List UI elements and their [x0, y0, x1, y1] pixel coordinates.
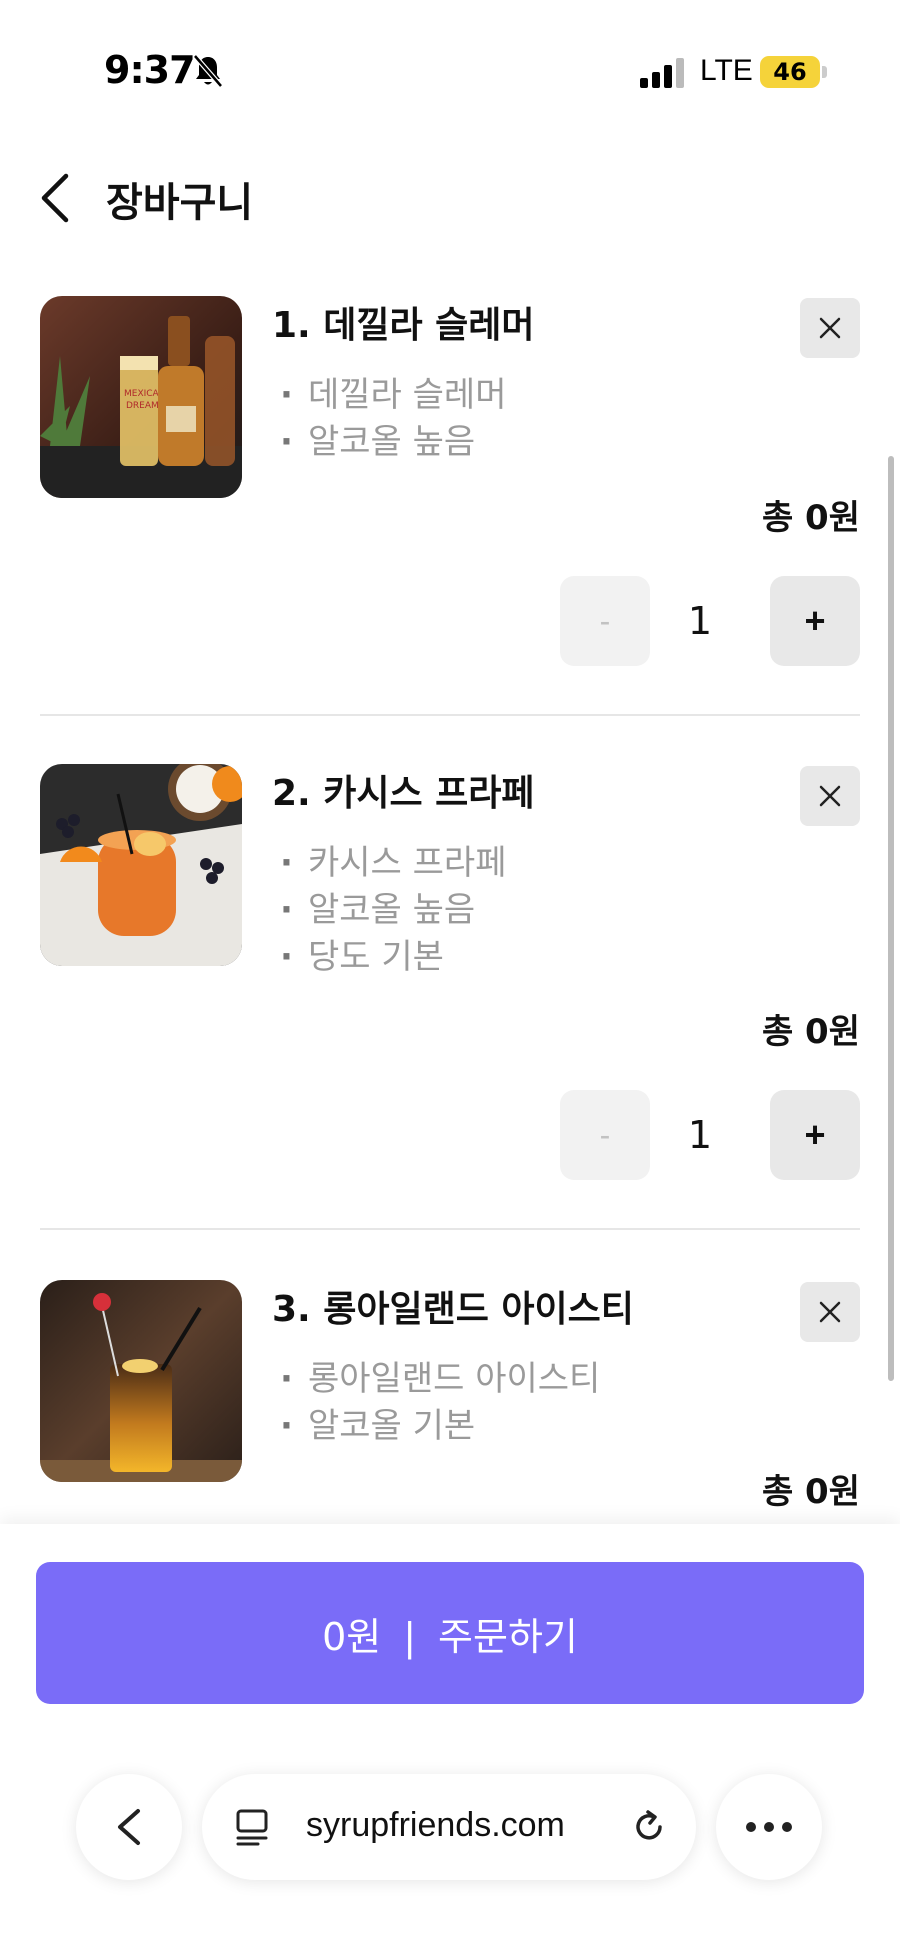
option-list: 데낄라 슬레머 알코올 높음	[280, 372, 507, 466]
order-amount: 0원	[322, 1614, 382, 1659]
battery-nub	[822, 66, 827, 78]
quantity-value: 1	[687, 599, 713, 643]
cart-item: MEXICAN DREAM 1. 데낄라 슬레머 데낄라 슬레머 알코올 높음 …	[40, 296, 860, 666]
close-icon	[819, 785, 841, 807]
remove-item-button[interactable]	[800, 766, 860, 826]
option-text: 카시스 프라페	[280, 840, 507, 887]
product-image-long-island-iced-tea	[40, 1280, 242, 1482]
close-icon	[819, 1301, 841, 1323]
scrollbar[interactable]	[888, 456, 894, 1381]
item-divider	[40, 1228, 860, 1230]
option-text: 알코올 높음	[280, 887, 507, 934]
close-icon	[819, 317, 841, 339]
option-list: 롱아일랜드 아이스티 알코올 기본	[280, 1356, 600, 1450]
product-image-cassis-frappe	[40, 764, 242, 966]
decrease-quantity-button[interactable]: -	[560, 576, 650, 666]
svg-text:DREAM: DREAM	[126, 401, 159, 411]
address-bar[interactable]: syrupfriends.com	[202, 1774, 696, 1880]
option-text: 데낄라 슬레머	[280, 372, 507, 419]
cart-item: 3. 롱아일랜드 아이스티 롱아일랜드 아이스티 알코올 기본 총 0원	[40, 1280, 860, 1520]
network-type: LTE	[700, 54, 753, 87]
item-total: 총 0원	[761, 498, 860, 538]
page-header: 장바구니	[0, 150, 900, 240]
remove-item-button[interactable]	[800, 1282, 860, 1342]
reload-icon[interactable]	[630, 1808, 668, 1846]
order-button[interactable]: 0원 | 주문하기	[36, 1562, 864, 1704]
remove-item-button[interactable]	[800, 298, 860, 358]
item-divider	[40, 714, 860, 716]
battery-indicator: 46	[760, 56, 820, 88]
cart-item: 2. 카시스 프라페 카시스 프라페 알코올 높음 당도 기본 총 0원 - 1…	[40, 764, 860, 1184]
browser-back-button[interactable]	[76, 1774, 182, 1880]
item-total: 총 0원	[761, 1472, 860, 1512]
item-title: 3. 롱아일랜드 아이스티	[272, 1289, 634, 1330]
decrease-quantity-button[interactable]: -	[560, 1090, 650, 1180]
item-title: 1. 데낄라 슬레머	[272, 305, 535, 346]
quantity-value: 1	[687, 1113, 713, 1157]
increase-quantity-button[interactable]: +	[770, 576, 860, 666]
more-icon	[746, 1822, 792, 1832]
increase-quantity-button[interactable]: +	[770, 1090, 860, 1180]
page-title: 장바구니	[106, 180, 254, 226]
url-text: syrupfriends.com	[306, 1806, 565, 1844]
chevron-left-icon	[118, 1809, 140, 1845]
option-text: 알코올 높음	[280, 419, 507, 466]
more-options-button[interactable]	[716, 1774, 822, 1880]
status-time: 9:37	[104, 48, 196, 92]
order-separator: |	[403, 1614, 417, 1659]
item-total: 총 0원	[761, 1012, 860, 1052]
back-icon[interactable]	[34, 170, 78, 226]
option-text: 알코올 기본	[280, 1403, 600, 1450]
order-label: 주문하기	[438, 1614, 578, 1659]
item-title: 2. 카시스 프라페	[272, 773, 535, 814]
option-text: 당도 기본	[280, 934, 507, 981]
option-text: 롱아일랜드 아이스티	[280, 1356, 600, 1403]
bell-muted-icon	[193, 54, 223, 88]
status-bar: 9:37 LTE 46	[0, 0, 900, 150]
product-image-tequila-slammer: MEXICAN DREAM	[40, 296, 242, 498]
signal-icon	[640, 58, 684, 88]
bottom-panel: 0원 | 주문하기 syrupfriends.com	[0, 1524, 900, 1957]
reader-mode-icon[interactable]	[234, 1807, 272, 1847]
option-list: 카시스 프라페 알코올 높음 당도 기본	[280, 840, 507, 981]
